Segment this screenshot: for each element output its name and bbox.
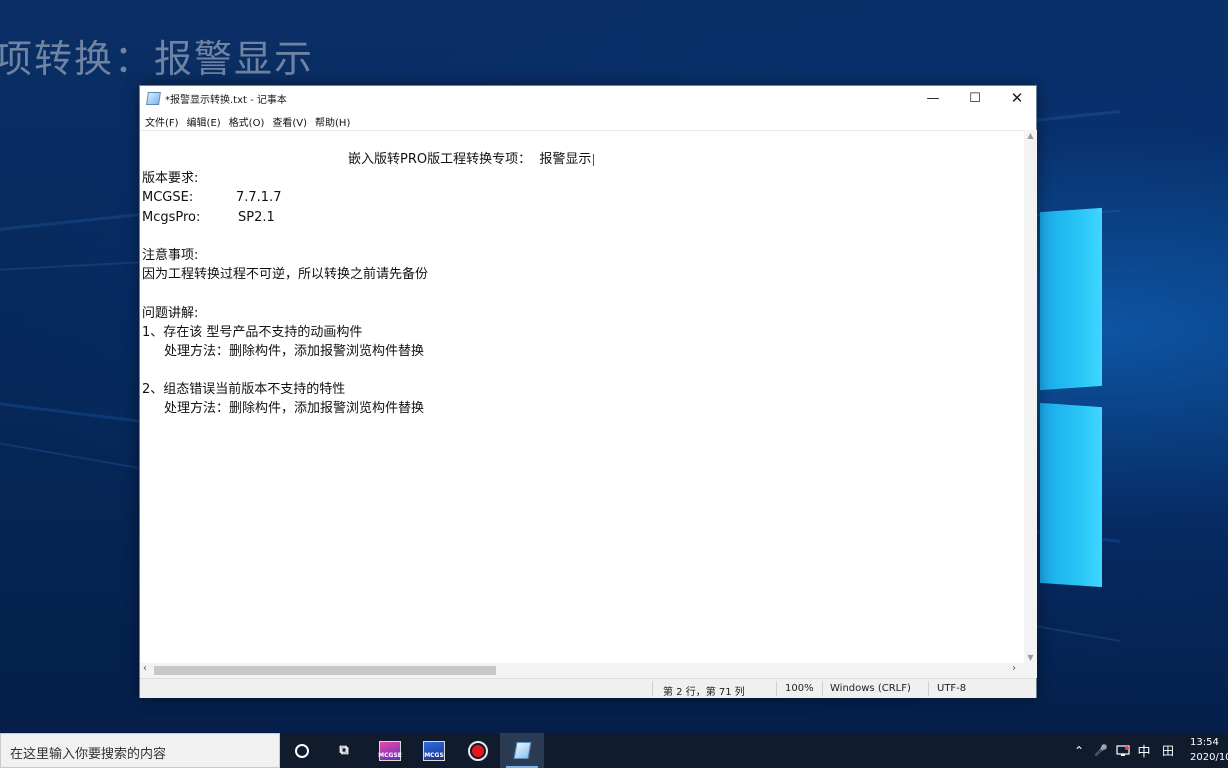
notice-label: 注意事项: (142, 247, 199, 263)
minimize-button[interactable]: — (912, 86, 954, 110)
scroll-down-icon[interactable]: ▼ (1026, 653, 1035, 662)
window-title: *报警显示转换.txt - 记事本 (165, 95, 287, 106)
encoding: UTF-8 (937, 683, 967, 694)
status-separator (928, 681, 929, 696)
version-value: 7.7.1.7 (236, 190, 282, 206)
system-clock[interactable]: 13:54 2020/10 (1190, 735, 1228, 765)
version-row: MCGSE: 7.7.1.7 (142, 188, 1024, 207)
scrollbar-corner (1024, 663, 1037, 678)
status-separator (652, 681, 653, 696)
notepad-icon (146, 92, 161, 105)
status-separator (776, 681, 777, 696)
notepad-window: *报警显示转换.txt - 记事本 — ☐ ✕ 文件(F) 编辑(E) 格式(O… (139, 85, 1037, 698)
version-name: MCGSE: (142, 190, 194, 206)
status-separator (822, 681, 823, 696)
clock-time: 13:54 (1190, 737, 1219, 748)
record-icon (468, 740, 488, 761)
menu-help[interactable]: 帮助(H) (312, 111, 355, 130)
horizontal-scrollbar[interactable]: ‹ › (140, 663, 1024, 678)
line-ending: Windows (CRLF) (830, 683, 911, 694)
cortana-icon[interactable] (280, 733, 324, 768)
notepad-icon (513, 742, 531, 759)
task-view-icon[interactable]: ⧉ (322, 733, 366, 768)
clock-date: 2020/10 (1190, 752, 1228, 763)
horizontal-scroll-thumb[interactable] (154, 666, 496, 675)
scroll-left-icon[interactable]: ‹ (143, 663, 147, 674)
menu-bar: 文件(F) 编辑(E) 格式(O) 查看(V) 帮助(H) (140, 111, 1036, 130)
network-icon[interactable] (1113, 733, 1133, 768)
version-value: SP2.1 (238, 209, 275, 225)
notepad-app-icon[interactable] (500, 733, 544, 768)
taskbar-search-input[interactable]: 在这里输入你要搜索的内容 (0, 733, 280, 768)
text-editor[interactable]: 嵌入版转PRO版工程转换专项： 报警显示 版本要求: MCGSE: 7.7.1.7… (140, 130, 1024, 663)
status-bar: 第 2 行，第 71 列 100% Windows (CRLF) UTF-8 (140, 678, 1036, 698)
windows-logo-pane (1040, 207, 1102, 391)
windows-logo-pane (1040, 402, 1102, 588)
mcgs-app-icon[interactable]: MCGS (412, 733, 456, 768)
cortana-ring-icon (295, 743, 309, 758)
version-row: McgsPro: SP2.1 (142, 208, 1024, 227)
close-button[interactable]: ✕ (996, 86, 1038, 110)
task-view-glyph: ⧉ (339, 743, 349, 758)
menu-edit[interactable]: 编辑(E) (184, 111, 226, 130)
issue-title: 1、存在该 型号产品不支持的动画构件 (142, 324, 363, 340)
mcgse-logo: MCGSE (378, 740, 402, 761)
notice-text: 因为工程转换过程不可逆，所以转换之前请先备份 (142, 267, 429, 283)
issue-solution: 处理方法：删除构件，添加报警浏览构件替换 (164, 343, 425, 359)
scroll-up-icon[interactable]: ▲ (1026, 131, 1035, 140)
menu-format[interactable]: 格式(O) (226, 111, 270, 130)
mcgs-logo: MCGS (423, 740, 445, 761)
issues-label: 问题讲解: (142, 305, 199, 321)
version-name: McgsPro: (142, 209, 201, 225)
text-caret (593, 153, 595, 166)
menu-view[interactable]: 查看(V) (269, 111, 312, 130)
mcgse-app-icon[interactable]: MCGSE (368, 733, 412, 768)
menu-file[interactable]: 文件(F) (142, 111, 184, 130)
scroll-right-icon[interactable]: › (1012, 663, 1016, 674)
version-label: 版本要求: (142, 171, 199, 187)
document-heading: 嵌入版转PRO版工程转换专项： 报警显示 (348, 152, 592, 167)
document-heading-line: 嵌入版转PRO版工程转换专项： 报警显示 (142, 150, 1024, 169)
maximize-button[interactable]: ☐ (954, 86, 996, 110)
issue-solution: 处理方法：删除构件，添加报警浏览构件替换 (164, 401, 425, 417)
cursor-position: 第 2 行，第 71 列 (663, 687, 745, 698)
title-bar[interactable]: *报警显示转换.txt - 记事本 — ☐ ✕ (140, 86, 1036, 110)
tray-chevron-icon[interactable]: ⌃ (1070, 733, 1088, 768)
microphone-icon[interactable]: 🎤 (1092, 733, 1110, 768)
vertical-scrollbar[interactable]: ▲ ▼ (1024, 130, 1037, 663)
zoom-level: 100% (785, 683, 814, 694)
recorder-app-icon[interactable] (456, 733, 500, 768)
ime-mode-indicator[interactable]: 中 (1134, 733, 1154, 768)
ime-layout-icon[interactable]: 田 (1158, 733, 1178, 768)
taskbar: 在这里输入你要搜索的内容 ⧉ MCGSE MCGS ⌃ 🎤 中 田 13:54 … (0, 733, 1228, 768)
background-slide-title: 项转换：报警显示 (0, 37, 315, 81)
issue-title: 2、组态错误当前版本不支持的特性 (142, 382, 346, 398)
